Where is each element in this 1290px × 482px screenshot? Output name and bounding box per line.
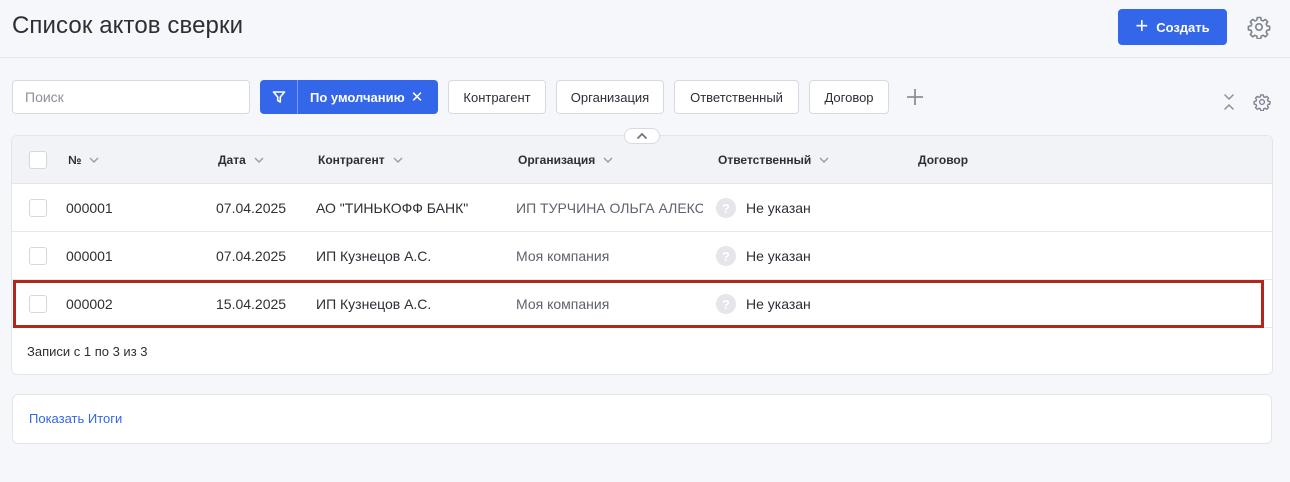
table-row[interactable]: 000001 07.04.2025 АО "ТИНЬКОФФ БАНК" ИП … xyxy=(12,184,1272,232)
column-header-responsible[interactable]: Ответственный xyxy=(718,136,829,184)
plus-icon: + xyxy=(1135,13,1149,38)
column-header-label: № xyxy=(68,153,82,167)
cell-date: 07.04.2025 xyxy=(216,200,287,216)
chevron-down-icon xyxy=(89,157,99,163)
cell-number: 000001 xyxy=(66,200,113,216)
filter-chip-counterparty[interactable]: Контрагент xyxy=(448,80,546,114)
cell-organization: Моя компания xyxy=(516,248,610,264)
close-icon[interactable]: ✕ xyxy=(405,88,424,106)
row-checkbox[interactable] xyxy=(29,199,47,217)
unknown-user-avatar-icon: ? xyxy=(716,246,736,266)
settings-gear-icon[interactable] xyxy=(1247,15,1271,39)
table-row[interactable]: 000001 07.04.2025 ИП Кузнецов А.С. Моя к… xyxy=(12,232,1272,280)
cell-organization: ИП ТУРЧИНА ОЛЬГА АЛЕКСЕ xyxy=(516,200,703,216)
column-header-organization[interactable]: Организация xyxy=(518,136,613,184)
cell-organization: Моя компания xyxy=(516,296,610,312)
table-settings-gear-icon[interactable] xyxy=(1253,93,1271,111)
column-header-contract[interactable]: Договор xyxy=(918,136,968,184)
create-button[interactable]: + Создать xyxy=(1118,9,1227,45)
responsible-label: Не указан xyxy=(746,296,811,312)
row-checkbox[interactable] xyxy=(29,247,47,265)
chevron-down-icon xyxy=(819,157,829,163)
search-input[interactable] xyxy=(12,80,250,114)
table-row[interactable]: 000002 15.04.2025 ИП Кузнецов А.С. Моя к… xyxy=(12,280,1272,328)
page-header: Список актов сверки + Создать xyxy=(0,0,1290,58)
responsible-label: Не указан xyxy=(746,248,811,264)
filter-chip-contract[interactable]: Договор xyxy=(809,80,889,114)
filter-chip-organization[interactable]: Организация xyxy=(556,80,664,114)
create-button-label: Создать xyxy=(1156,19,1210,35)
unknown-user-avatar-icon: ? xyxy=(716,294,736,314)
cell-responsible: ? Не указан xyxy=(716,184,906,232)
filter-funnel-icon[interactable] xyxy=(260,80,298,114)
default-filter-chip[interactable]: По умолчанию ✕ xyxy=(260,80,438,114)
cell-number: 000002 xyxy=(66,296,113,312)
cell-contract xyxy=(916,232,1116,280)
column-header-date[interactable]: Дата xyxy=(218,136,264,184)
unknown-user-avatar-icon: ? xyxy=(716,198,736,218)
cell-counterparty: ИП Кузнецов А.С. xyxy=(316,248,432,264)
cell-counterparty: ИП Кузнецов А.С. xyxy=(316,296,432,312)
toggle-filters-tab[interactable] xyxy=(624,128,660,144)
chevron-down-icon xyxy=(393,157,403,163)
page-title: Список актов сверки xyxy=(12,12,244,39)
column-header-label: Дата xyxy=(218,153,246,167)
collapse-icon[interactable] xyxy=(1221,93,1237,111)
add-filter-plus-icon[interactable] xyxy=(903,85,927,109)
documents-table: № Дата Контрагент Организация Ответствен… xyxy=(11,135,1273,375)
column-header-label: Договор xyxy=(918,153,969,167)
cell-responsible: ? Не указан xyxy=(716,280,906,328)
cell-contract xyxy=(916,184,1116,232)
column-header-label: Ответственный xyxy=(718,153,812,167)
responsible-label: Не указан xyxy=(746,200,811,216)
chevron-down-icon xyxy=(254,157,264,163)
column-header-number[interactable]: № xyxy=(68,136,99,184)
column-header-label: Организация xyxy=(518,153,596,167)
filter-chip-responsible[interactable]: Ответственный xyxy=(674,80,799,114)
cell-date: 07.04.2025 xyxy=(216,248,287,264)
cell-date: 15.04.2025 xyxy=(216,296,287,312)
column-header-label: Контрагент xyxy=(318,153,385,167)
cell-responsible: ? Не указан xyxy=(716,232,906,280)
show-totals-link[interactable]: Показать Итоги xyxy=(29,411,122,426)
cell-contract xyxy=(916,280,1116,328)
records-count: Записи с 1 по 3 из 3 xyxy=(27,344,148,359)
totals-panel: Показать Итоги xyxy=(12,394,1272,444)
cell-counterparty: АО "ТИНЬКОФФ БАНК" xyxy=(316,200,469,216)
row-checkbox[interactable] xyxy=(29,295,47,313)
chevron-up-icon xyxy=(637,132,647,139)
chevron-down-icon xyxy=(603,157,613,163)
column-header-counterparty[interactable]: Контрагент xyxy=(318,136,403,184)
cell-number: 000001 xyxy=(66,248,113,264)
select-all-checkbox[interactable] xyxy=(29,151,47,169)
default-filter-label: По умолчанию xyxy=(310,89,405,105)
